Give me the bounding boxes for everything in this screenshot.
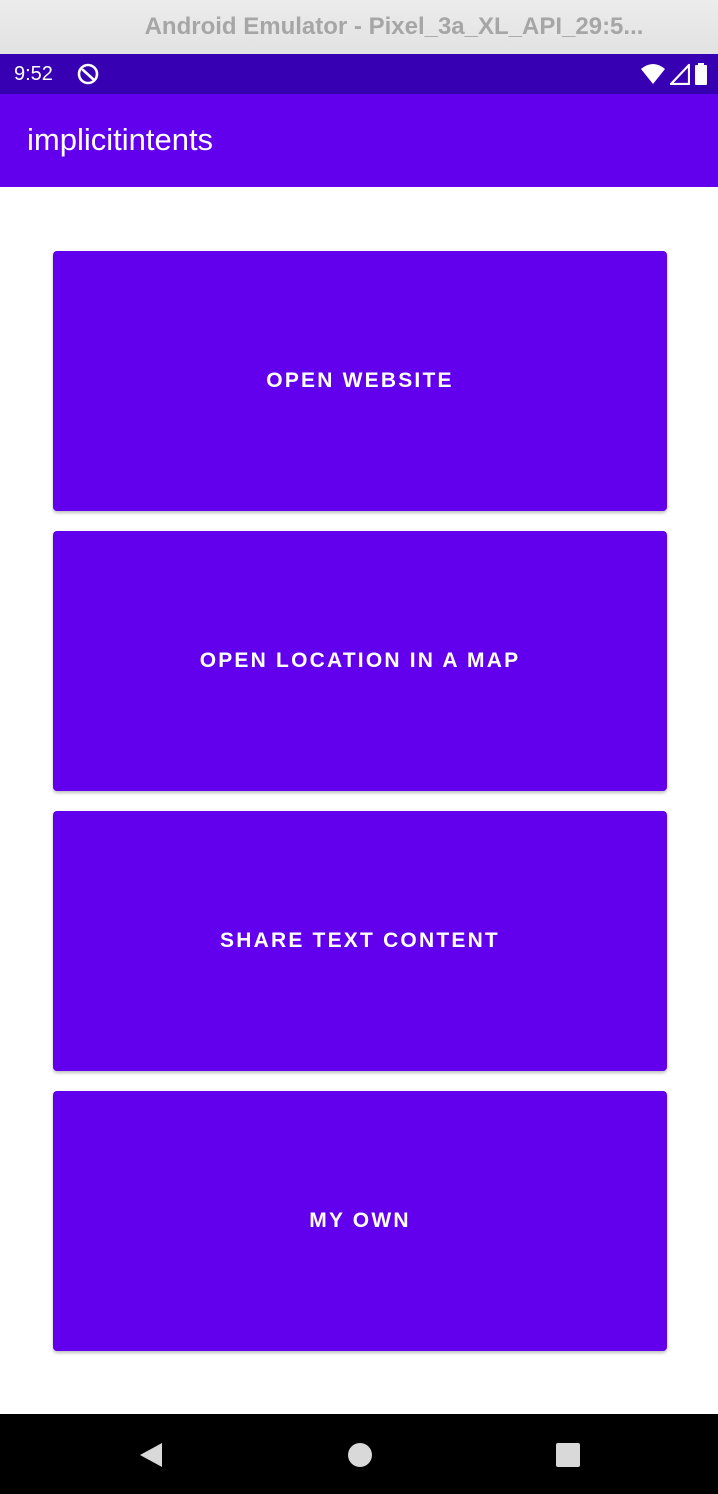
- home-icon[interactable]: [347, 1442, 373, 1468]
- open-website-button-label: OPEN WEBSITE: [266, 369, 454, 392]
- recents-icon[interactable]: [555, 1442, 581, 1468]
- status-bar: 9:52: [0, 54, 718, 94]
- wifi-icon: [641, 64, 665, 84]
- status-time: 9:52: [14, 63, 53, 85]
- emulator-window-titlebar: Android Emulator - Pixel_3a_XL_API_29:5.…: [0, 0, 718, 54]
- sync-icon: [77, 63, 99, 85]
- status-icons: [640, 63, 708, 85]
- open-website-button[interactable]: OPEN WEBSITE: [53, 251, 667, 511]
- share-text-button[interactable]: SHARE TEXT CONTENT: [53, 811, 667, 1071]
- window-title: Android Emulator - Pixel_3a_XL_API_29:5.…: [144, 13, 644, 40]
- my-own-button-label: MY OWN: [309, 1209, 411, 1232]
- back-icon[interactable]: [138, 1441, 164, 1469]
- share-text-button-label: SHARE TEXT CONTENT: [220, 929, 500, 952]
- open-location-button-label: OPEN LOCATION IN A MAP: [199, 649, 521, 672]
- app-title: implicitintents: [27, 122, 214, 157]
- battery-icon: [695, 63, 707, 85]
- navigation-bar: [0, 1414, 718, 1494]
- main-content: OPEN WEBSITE OPEN LOCATION IN A MAP SHAR…: [0, 187, 718, 1414]
- open-location-button[interactable]: OPEN LOCATION IN A MAP: [53, 531, 667, 791]
- cell-signal-icon: [670, 63, 690, 85]
- app-bar: implicitintents: [0, 94, 718, 187]
- my-own-button[interactable]: MY OWN: [53, 1091, 667, 1351]
